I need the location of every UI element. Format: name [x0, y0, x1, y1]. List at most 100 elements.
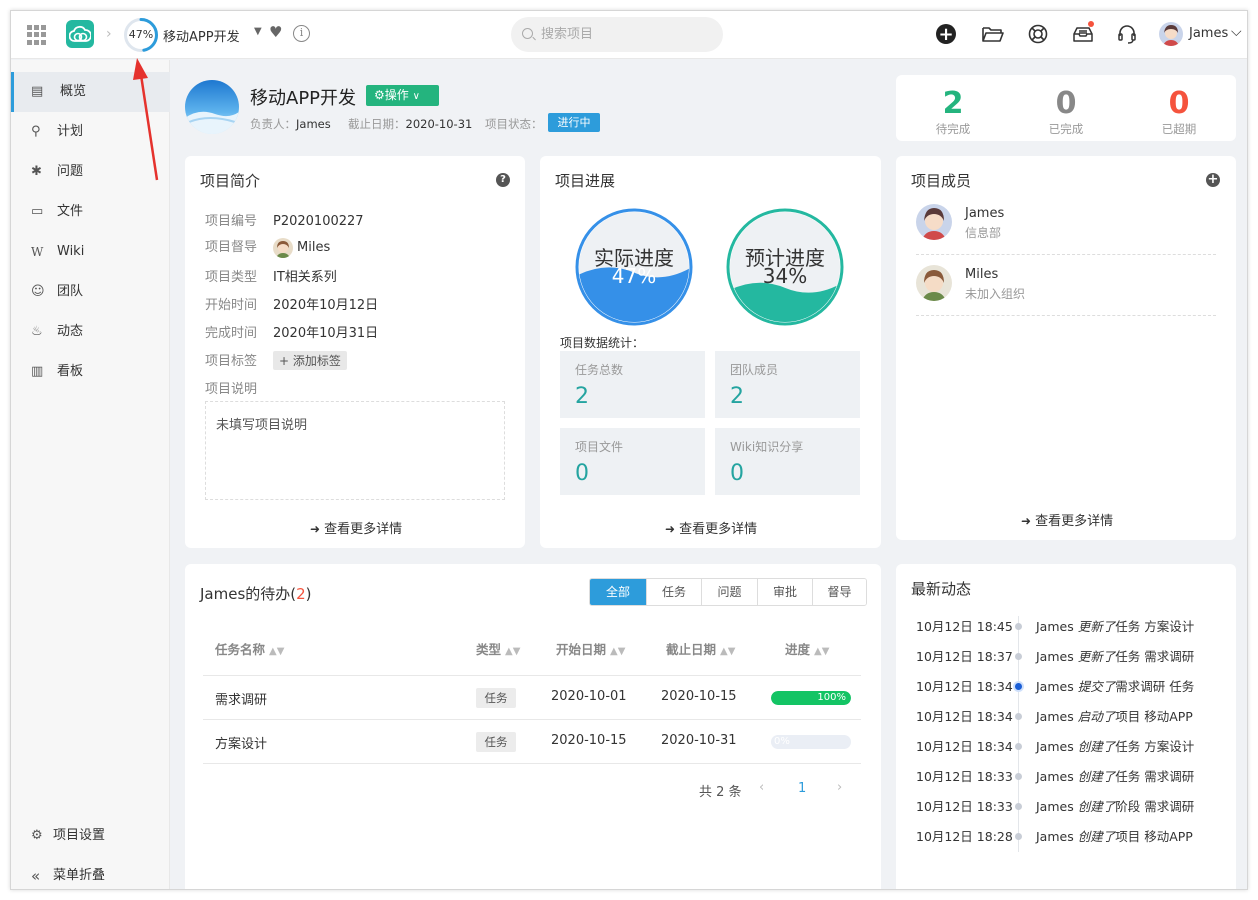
end-date: 2020-10-31 [661, 733, 737, 748]
activity-item: 10月12日 18:33 James 创建了阶段 需求调研 [916, 796, 1236, 818]
tab-supervision[interactable]: 督导 [812, 579, 866, 605]
activity-object: 阶段 需求调研 [1115, 799, 1195, 814]
info-icon[interactable]: i [293, 25, 310, 42]
lifebuoy-icon[interactable] [1026, 22, 1050, 46]
stat-overdue-value: 0 [1168, 86, 1190, 121]
column-header-progress[interactable]: 进度 ▲▼ [785, 639, 829, 658]
stat-done-value: 0 [1055, 86, 1077, 121]
view-more-link[interactable]: ➜ 查看更多详情 [1021, 510, 1113, 529]
end-date: 2020-10-15 [661, 689, 737, 704]
timeline-dot [1015, 833, 1022, 840]
view-more-link[interactable]: ➜ 查看更多详情 [665, 518, 757, 537]
divider [203, 719, 861, 720]
project-members-card: 项目成员 + James 信息部 Miles 未加入组织 ➜ 查看更多详情 [896, 156, 1236, 540]
sidebar-item-overview[interactable]: ▤ 概览 [11, 72, 170, 112]
stat-overdue[interactable]: 0 已超期 [1139, 89, 1219, 137]
stat-box-wiki[interactable]: Wiki知识分享 0 [715, 428, 860, 495]
type-tag: 任务 [476, 688, 516, 708]
activity-time: 10月12日 18:33 [916, 799, 1013, 814]
caret-down-icon[interactable]: ▼ [254, 26, 262, 37]
apps-grid-icon[interactable] [27, 25, 47, 45]
sidebar-item-wiki[interactable]: W Wiki [11, 232, 170, 272]
double-chevron-left-icon: « [31, 867, 41, 885]
prev-page-icon[interactable]: ‹ [759, 780, 764, 795]
sidebar-item-issues[interactable]: ✱ 问题 [11, 152, 170, 192]
arrow-right-icon: ➜ [1021, 514, 1032, 528]
column-header-type[interactable]: 类型 ▲▼ [476, 639, 520, 658]
stat-box-value: 0 [730, 461, 744, 486]
progress-bar: 0% [771, 735, 851, 749]
collapse-menu-button[interactable]: « 菜单折叠 [11, 856, 170, 889]
tab-tasks[interactable]: 任务 [646, 579, 701, 605]
activity-action: 创建了 [1077, 739, 1116, 754]
stat-pending-value: 2 [942, 86, 964, 121]
sidebar-item-activity[interactable]: ♨ 动态 [11, 312, 170, 352]
project-progress-ring[interactable]: 47% [123, 17, 159, 53]
divider [203, 763, 861, 764]
project-avatar [185, 80, 239, 134]
sidebar-item-board[interactable]: ▥ 看板 [11, 352, 170, 392]
activity-user: James [1036, 619, 1074, 634]
heart-icon[interactable]: ♥ [269, 23, 282, 41]
board-icon: ▥ [31, 364, 44, 379]
card-title: 最新动态 [911, 580, 972, 598]
tab-issues[interactable]: 问题 [701, 579, 757, 605]
card-title: 项目进展 [555, 172, 616, 190]
member-item[interactable]: Miles 未加入组织 [916, 265, 1216, 325]
headset-icon[interactable] [1115, 22, 1139, 46]
stat-pending[interactable]: 2 待完成 [913, 89, 993, 137]
view-more-label: 查看更多详情 [324, 522, 403, 537]
tab-approvals[interactable]: 审批 [757, 579, 812, 605]
member-dept: 未加入组织 [965, 287, 1026, 301]
task-name[interactable]: 方案设计 [215, 733, 267, 752]
column-label: 截止日期 [666, 642, 717, 657]
task-name[interactable]: 需求调研 [215, 689, 267, 708]
activity-user: James [1036, 769, 1074, 784]
project-settings-button[interactable]: ⚙ 项目设置 [11, 816, 170, 856]
sidebar-item-team[interactable]: ☺ 团队 [11, 272, 170, 312]
member-item[interactable]: James 信息部 [916, 204, 1216, 264]
stat-box-label: Wiki知识分享 [730, 440, 804, 454]
stat-box-members[interactable]: 团队成员 2 [715, 351, 860, 418]
activity-item: 10月12日 18:34 James 提交了需求调研 任务 [916, 676, 1236, 698]
activity-time: 10月12日 18:34 [916, 679, 1013, 694]
help-icon[interactable]: ? [496, 173, 510, 187]
next-page-icon[interactable]: › [837, 780, 842, 795]
bug-icon: ✱ [31, 164, 42, 179]
column-header-name[interactable]: 任务名称 ▲▼ [215, 639, 284, 658]
operations-dropdown-button[interactable]: ⚙操作 ∨ [366, 85, 439, 106]
add-member-icon[interactable]: + [1206, 173, 1220, 187]
tab-all[interactable]: 全部 [590, 579, 646, 605]
activity-action: 创建了 [1077, 769, 1116, 784]
sidebar: ▤ 概览 ⚲ 计划 ✱ 问题 ▭ 文件 W Wiki ☺ 团队 ♨ 动态 ▥ 看板 ⚙ 项目设置 … [11, 60, 170, 889]
activity-text: James 启动了项目 移动APP [1036, 706, 1193, 725]
sidebar-item-files[interactable]: ▭ 文件 [11, 192, 170, 232]
stat-done[interactable]: 0 已完成 [1026, 89, 1106, 137]
column-header-end[interactable]: 截止日期 ▲▼ [666, 639, 735, 658]
description-box[interactable]: 未填写项目说明 [205, 401, 505, 500]
page-number[interactable]: 1 [798, 781, 806, 796]
search-input[interactable] [511, 17, 723, 52]
sidebar-item-label: 问题 [57, 164, 84, 179]
sidebar-item-plan[interactable]: ⚲ 计划 [11, 112, 170, 152]
activity-text: James 创建了任务 需求调研 [1036, 766, 1194, 785]
add-tag-button[interactable]: + 添加标签 [273, 351, 347, 370]
add-icon[interactable]: + [936, 24, 956, 45]
activity-user: James [1036, 649, 1074, 664]
status-label: 项目状态： [485, 117, 543, 131]
folder-icon: ▭ [31, 204, 44, 219]
cloud-logo-icon[interactable] [66, 20, 94, 48]
activity-item: 10月12日 18:37 James 更新了任务 需求调研 [916, 646, 1236, 668]
project-switcher[interactable]: 移动APP开发 [163, 26, 240, 45]
view-more-link[interactable]: ➜ 查看更多详情 [310, 518, 402, 537]
divider [916, 315, 1216, 316]
folder-open-icon[interactable] [981, 22, 1005, 46]
stat-done-label: 已完成 [1048, 122, 1084, 136]
stat-box-tasks[interactable]: 任务总数 2 [560, 351, 705, 418]
activity-object: 项目 移动APP [1115, 829, 1193, 844]
user-menu[interactable]: James ⌵ [1159, 22, 1242, 48]
stat-overdue-label: 已超期 [1161, 122, 1197, 136]
stat-box-files[interactable]: 项目文件 0 [560, 428, 705, 495]
column-header-start[interactable]: 开始日期 ▲▼ [556, 639, 625, 658]
field-project-code: 项目编号 P2020100227 [205, 210, 364, 229]
